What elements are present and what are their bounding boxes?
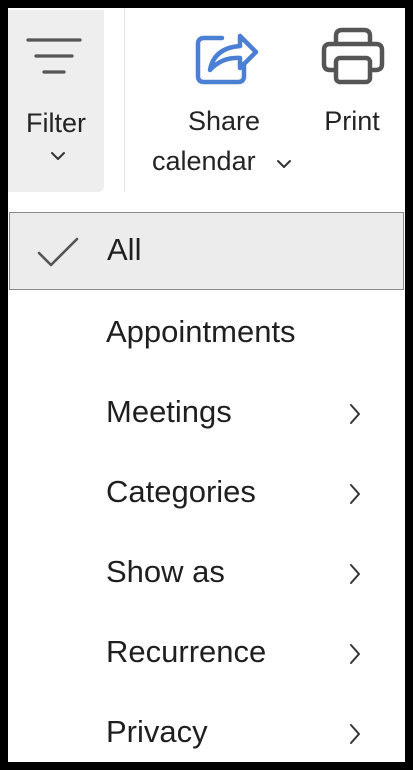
menu-item-appointments[interactable]: Appointments (8, 294, 405, 374)
print-label: Print (324, 106, 380, 136)
menu-item-meetings[interactable]: Meetings (8, 374, 405, 454)
filter-label: Filter (26, 108, 86, 138)
filter-dropdown-menu: All Appointments Meetings Categories Sho… (8, 204, 405, 762)
menu-item-show-as[interactable]: Show as (8, 534, 405, 614)
menu-item-label: Recurrence (106, 634, 267, 669)
menu-item-label: Appointments (106, 314, 296, 349)
chevron-down-icon (277, 160, 291, 168)
chevron-right-icon (350, 484, 360, 504)
filter-button[interactable]: Filter (8, 10, 104, 192)
menu-item-privacy[interactable]: Privacy (8, 694, 405, 762)
printer-icon (321, 27, 385, 85)
share-label-line1: Share (187, 106, 261, 136)
menu-item-label: Categories (106, 474, 256, 509)
app-frame: Filter Share calendar Print All Appointm… (8, 8, 405, 762)
menu-item-label: Show as (106, 554, 225, 589)
filter-lines-icon (26, 38, 82, 74)
share-calendar-button[interactable]: Share calendar (142, 8, 304, 194)
menu-item-label: Meetings (106, 394, 232, 429)
menu-item-label: Privacy (106, 714, 208, 749)
ribbon-toolbar: Filter Share calendar Print (8, 8, 405, 204)
checkmark-icon (37, 237, 79, 267)
ribbon-divider (124, 8, 125, 192)
menu-item-all[interactable]: All (9, 212, 404, 290)
chevron-right-icon (350, 564, 360, 584)
chevron-right-icon (350, 644, 360, 664)
menu-item-categories[interactable]: Categories (8, 454, 405, 534)
share-arrow-icon (195, 33, 259, 85)
menu-item-recurrence[interactable]: Recurrence (8, 614, 405, 694)
chevron-down-icon (51, 152, 65, 160)
print-button[interactable]: Print (310, 8, 405, 194)
menu-item-label: All (107, 232, 142, 267)
share-label-line2: calendar (152, 146, 256, 176)
chevron-right-icon (350, 724, 360, 744)
chevron-right-icon (350, 404, 360, 424)
